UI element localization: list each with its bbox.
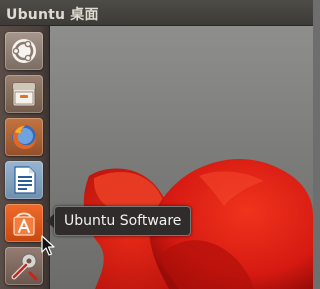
top-panel: Ubuntu 桌面 [0, 0, 313, 26]
launcher-item-files[interactable] [5, 75, 43, 113]
launcher-item-firefox[interactable] [5, 118, 43, 156]
wrench-icon [11, 253, 38, 281]
document-icon [14, 166, 36, 194]
shopping-bag-icon [13, 212, 35, 236]
launcher-item-dash-home[interactable] [5, 32, 43, 70]
file-cabinet-icon [12, 82, 36, 107]
launcher-item-libreoffice-writer[interactable] [5, 161, 43, 199]
launcher-item-ubuntu-software[interactable] [5, 204, 43, 242]
launcher-tooltip: Ubuntu Software [54, 206, 192, 236]
mouse-cursor-icon [41, 235, 55, 256]
flower-image [83, 159, 313, 289]
launcher-item-system-settings[interactable] [5, 247, 43, 285]
firefox-icon [12, 124, 36, 149]
desktop-wallpaper[interactable] [49, 26, 313, 289]
window-title: Ubuntu 桌面 [6, 7, 99, 23]
ubuntu-logo-icon [12, 39, 36, 63]
